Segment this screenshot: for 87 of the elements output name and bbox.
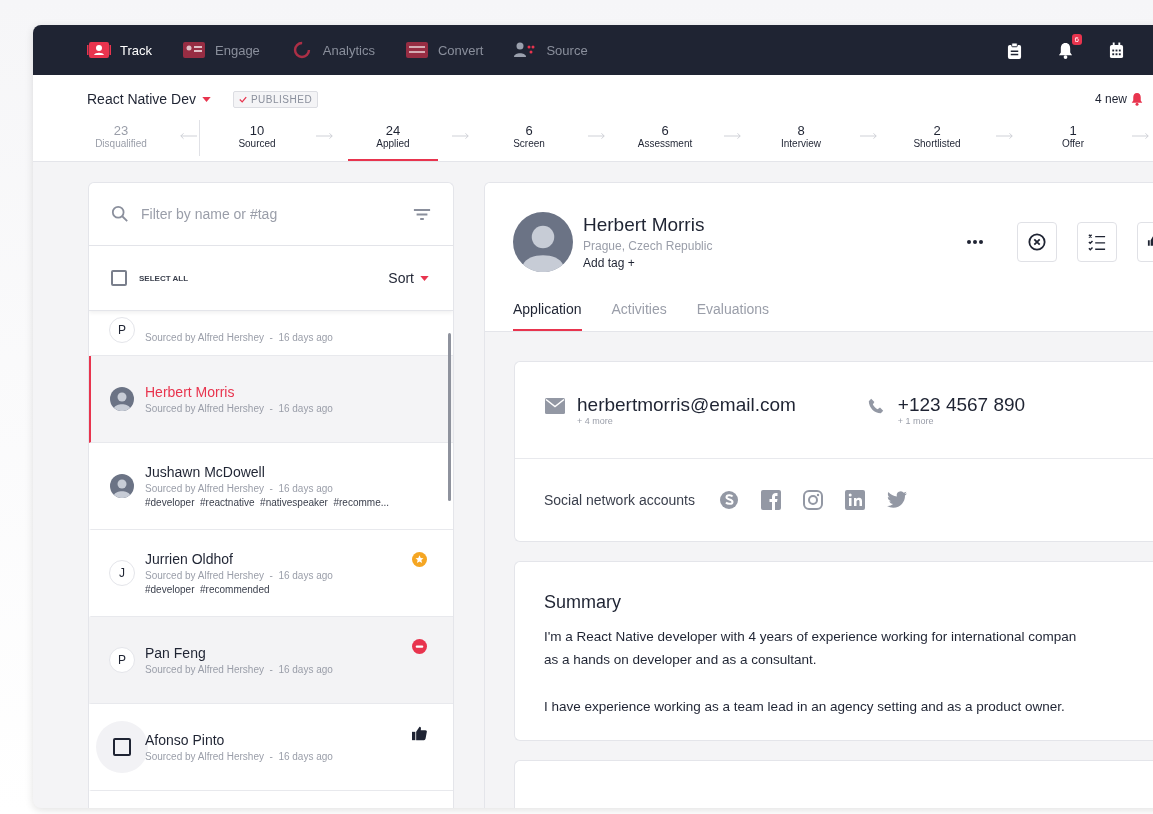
- candidate-tags: #developer #recommended: [145, 584, 402, 595]
- linkedin-icon[interactable]: [844, 490, 865, 510]
- more-icon[interactable]: [967, 240, 983, 244]
- facebook-icon[interactable]: [760, 490, 781, 510]
- pipeline-stage[interactable]: 6 Screen: [484, 123, 574, 161]
- candidate-name: Herbert Morris: [583, 214, 706, 236]
- job-dropdown[interactable]: React Native Dev: [87, 91, 211, 107]
- checklist-button[interactable]: [1077, 222, 1117, 262]
- right-arrow-icon: [588, 132, 606, 140]
- candidate-name: Jurrien Oldhof: [145, 551, 234, 567]
- filter-icon[interactable]: [413, 207, 431, 221]
- add-tag-link[interactable]: Add tag +: [583, 256, 713, 270]
- left-arrow-icon: [178, 132, 197, 140]
- nav-tab[interactable]: Analytics: [289, 41, 375, 59]
- right-arrow-icon: [452, 132, 470, 140]
- caret-icon: [420, 275, 429, 281]
- summary-paragraph: I have experience working as a team lead in an agency setting and as a product owner.: [544, 698, 1066, 716]
- candidate-name: Jushawn McDowell: [145, 464, 266, 480]
- thumbs-up-icon: [412, 726, 427, 741]
- avatar-silhouette-icon: [110, 387, 134, 411]
- pipeline-stage[interactable]: 2 Shortlisted: [892, 123, 982, 161]
- nav-tab[interactable]: Convert: [404, 41, 484, 59]
- summary-paragraph: I'm a React Native developer with 4 years of experience working for international compan: [544, 628, 1078, 646]
- bell-icon[interactable]: [1058, 41, 1073, 59]
- status-badge: PUBLISHED: [232, 90, 319, 108]
- calendar-icon[interactable]: [1109, 41, 1124, 59]
- checklist-icon: [1087, 233, 1107, 251]
- avatar-silhouette-icon: [110, 474, 134, 498]
- envelope-icon: [545, 398, 565, 414]
- right-arrow-icon: [996, 132, 1014, 140]
- candidate-row[interactable]: P Pan Feng Sourced by Alfred Hershey - 16 days ago: [89, 617, 453, 704]
- candidate-source: Sourced by Alfred Hershey - 16 days ago: [145, 483, 334, 494]
- candidate-source: Sourced by Alfred Hershey - 16 days ago: [145, 664, 334, 675]
- pipeline-stage[interactable]: 1 Offer: [1028, 123, 1118, 161]
- right-arrow-icon: [860, 132, 878, 140]
- candidate-tags: #developer #reactnative #nativespeaker #recomme...: [145, 497, 427, 508]
- avatar-initial: P: [109, 647, 135, 673]
- bird-icon[interactable]: [886, 490, 907, 510]
- contact-card-icon: [182, 41, 207, 59]
- summary-title: Summary: [544, 592, 622, 613]
- star-badge-icon: [412, 552, 427, 567]
- nav-tab[interactable]: Track: [87, 41, 153, 59]
- form-icon: [404, 41, 429, 59]
- minus-badge-icon: [412, 639, 427, 654]
- check-icon: [238, 95, 247, 103]
- candidate-name: Pan Feng: [145, 645, 207, 661]
- right-arrow-icon: [724, 132, 742, 140]
- nav-tab[interactable]: Source: [513, 41, 588, 59]
- bell-icon: [1131, 92, 1143, 106]
- avatar-silhouette-icon: [513, 212, 573, 272]
- new-notifications-button[interactable]: 4 new: [1094, 92, 1143, 106]
- candidate-name: Herbert Morris: [145, 384, 236, 400]
- social-accounts-label: Social network accounts: [544, 492, 695, 508]
- clipboard-icon[interactable]: [1007, 41, 1022, 59]
- avatar-initial: P: [109, 317, 135, 343]
- pipeline-stage[interactable]: 8 Interview: [756, 123, 846, 161]
- disqualify-button[interactable]: [1017, 222, 1057, 262]
- scrollbar[interactable]: [448, 333, 451, 501]
- candidate-row[interactable]: Herbert Morris Sourced by Alfred Hershey - 16 days ago: [89, 356, 453, 443]
- candidate-source: Sourced by Alfred Hershey - 16 days ago: [145, 403, 334, 414]
- summary-paragraph: as a hands on developer and as a consultant.: [544, 651, 818, 669]
- close-circle-icon: [1027, 233, 1047, 251]
- pipeline-stage[interactable]: 24 Applied: [348, 123, 438, 161]
- select-all-label: SELECT ALL: [139, 273, 189, 283]
- right-arrow-icon: [316, 132, 334, 140]
- sort-dropdown[interactable]: Sort: [388, 270, 429, 286]
- caret-icon: [201, 96, 211, 102]
- candidate-location: Prague, Czech Republic: [583, 239, 713, 253]
- candidate-source: Sourced by Alfred Hershey - 16 days ago: [145, 751, 334, 762]
- notification-badge: 6: [1071, 33, 1082, 45]
- search-icon: [111, 205, 129, 223]
- candidate-name: Afonso Pinto: [145, 732, 226, 748]
- row-checkbox[interactable]: [113, 738, 131, 756]
- avatar-initial: J: [109, 560, 135, 586]
- instagram-icon[interactable]: [802, 490, 823, 510]
- pipeline-stage[interactable]: 6 Assessment: [620, 123, 710, 161]
- nav-tab[interactable]: Engage: [182, 41, 260, 59]
- candidate-source: Sourced by Alfred Hershey - 16 days ago: [145, 570, 334, 581]
- phone-number: +123 4567 890: [897, 394, 1026, 416]
- email-address: herbertmorris@email.com: [577, 394, 796, 416]
- id-card-icon: [87, 41, 111, 59]
- right-arrow-icon: [1132, 132, 1150, 140]
- skype-icon[interactable]: [718, 490, 739, 510]
- profile-tab[interactable]: Application: [513, 301, 582, 331]
- select-all-checkbox[interactable]: [111, 270, 127, 286]
- pipeline-stage[interactable]: 10 Sourced: [212, 123, 302, 161]
- candidate-source: Sourced by Alfred Hershey - 16 days ago: [145, 332, 334, 343]
